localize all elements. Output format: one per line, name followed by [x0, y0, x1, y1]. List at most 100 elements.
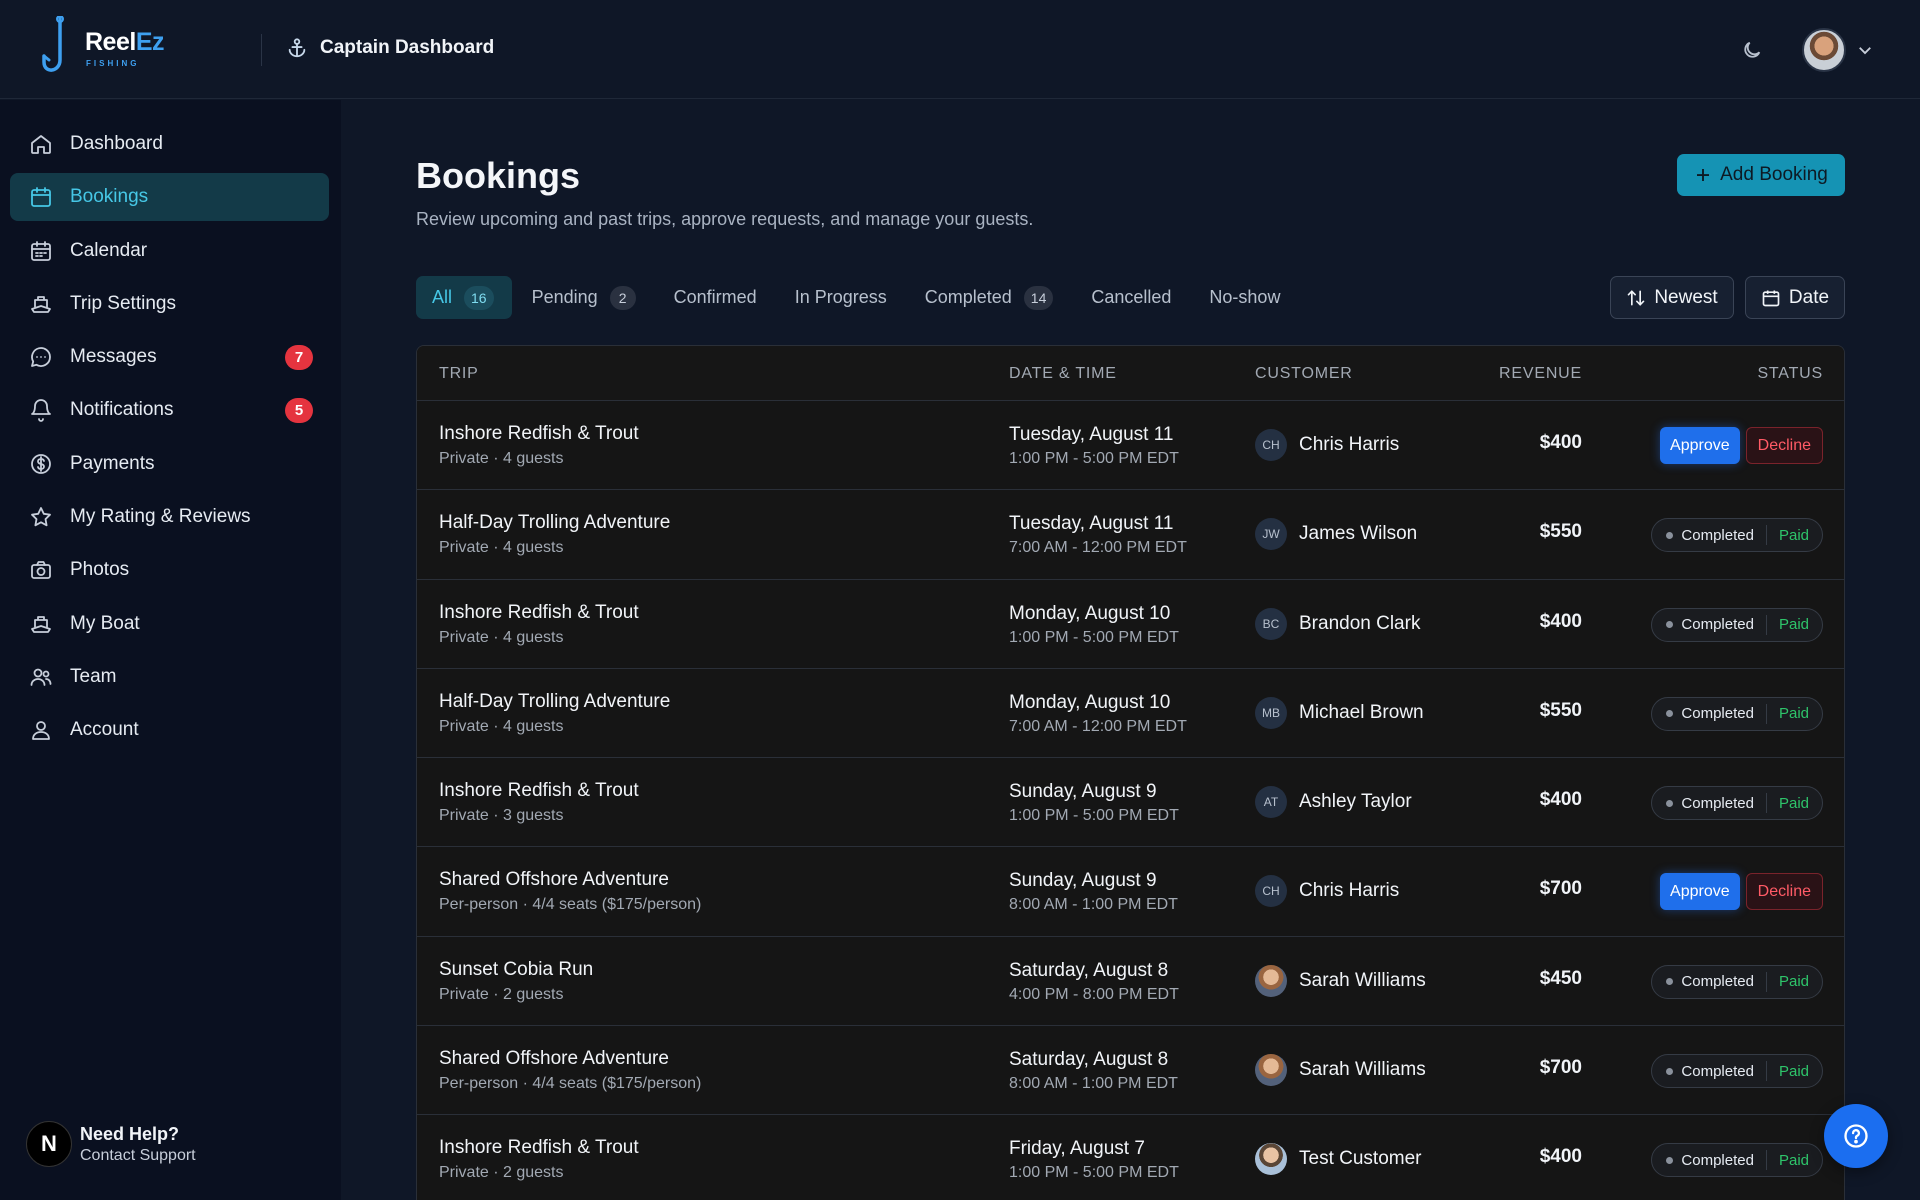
customer-name: Michael Brown: [1299, 701, 1424, 723]
add-booking-button[interactable]: Add Booking: [1677, 154, 1845, 196]
tab-label: Confirmed: [673, 287, 757, 307]
table-header: TRIP DATE & TIME CUSTOMER REVENUE STATUS: [417, 346, 1844, 401]
sidebar-item-trip-settings[interactable]: Trip Settings: [10, 280, 329, 328]
trip-time: 7:00 AM - 12:00 PM EDT: [1009, 539, 1187, 557]
trip-details: Private · 4 guests: [439, 717, 564, 735]
tab-all[interactable]: All 16: [416, 276, 512, 319]
trip-name: Sunset Cobia Run: [439, 958, 594, 980]
status-cell: Completed Paid: [1651, 516, 1823, 553]
trip-details: Private · 4 guests: [439, 628, 564, 646]
trip-details: Private · 2 guests: [439, 1164, 564, 1182]
trip-details: Private · 4 guests: [439, 539, 564, 557]
avatar: [1802, 28, 1846, 72]
sidebar: Dashboard Bookings Calendar Trip Settings Me…: [0, 100, 341, 1200]
status-text: Completed: [1681, 616, 1754, 634]
table-body: Inshore Redfish & Trout Private · 4 guest…: [417, 401, 1844, 1200]
app-logo[interactable]: ReelEz FISHING: [40, 16, 200, 82]
status-badge: Completed Paid: [1651, 1054, 1823, 1089]
sidebar-item-label: Team: [70, 665, 117, 687]
contact-support-link[interactable]: Contact Support: [80, 1147, 196, 1165]
theme-toggle-button[interactable]: [1736, 34, 1768, 66]
customer-cell: Sarah Williams: [1255, 964, 1426, 997]
tab-cancelled[interactable]: Cancelled: [1075, 276, 1189, 319]
status-badge: Completed Paid: [1651, 696, 1823, 731]
status-text: Completed: [1681, 973, 1754, 991]
tab-label: All: [432, 287, 453, 307]
table-row[interactable]: Inshore Redfish & Trout Private · 4 guest…: [417, 580, 1844, 669]
table-row[interactable]: Half-Day Trolling Adventure Private · 4 g…: [417, 669, 1844, 759]
table-row[interactable]: Half-Day Trolling Adventure Private · 4 g…: [417, 490, 1844, 580]
trip-name: Half-Day Trolling Adventure: [439, 690, 671, 712]
header-divider: [261, 34, 262, 66]
user-menu-button[interactable]: [1802, 28, 1874, 72]
customer-avatar: [1255, 964, 1287, 997]
sidebar-item-my-rating-reviews[interactable]: My Rating & Reviews: [10, 493, 329, 541]
sidebar-item-payments[interactable]: Payments: [10, 440, 329, 488]
sidebar-item-account[interactable]: Account: [10, 706, 329, 754]
table-row[interactable]: Sunset Cobia Run Private · 2 guests Saturd…: [417, 937, 1844, 1027]
customer-name: Sarah Williams: [1299, 969, 1426, 991]
payment-status: Paid: [1765, 1150, 1822, 1171]
sidebar-item-photos[interactable]: Photos: [10, 546, 329, 594]
sidebar-item-my-boat[interactable]: My Boat: [10, 600, 329, 648]
header-title: Captain Dashboard: [286, 36, 494, 60]
trip-name: Inshore Redfish & Trout: [439, 423, 639, 444]
tab-label: No-show: [1209, 287, 1281, 307]
bell-icon: [28, 397, 54, 423]
sidebar-item-notifications[interactable]: Notifications 5: [10, 386, 329, 434]
plus-icon: [1697, 169, 1710, 181]
status-badge: Completed Paid: [1651, 1143, 1823, 1178]
trip-name: Half-Day Trolling Adventure: [439, 512, 671, 534]
sort-newest-button[interactable]: Newest: [1610, 276, 1734, 319]
trip-date: Saturday, August 8: [1009, 959, 1169, 981]
tab-in-progress[interactable]: In Progress: [779, 276, 905, 319]
status-dot: [1666, 1156, 1674, 1164]
status-badge: Completed Paid: [1651, 964, 1823, 999]
user-icon: [28, 717, 54, 743]
sidebar-item-team[interactable]: Team: [10, 653, 329, 701]
approve-button[interactable]: Approve: [1660, 427, 1740, 464]
status-text: Completed: [1681, 1151, 1754, 1169]
table-row[interactable]: Shared Offshore Adventure Per-person · 4/…: [417, 847, 1844, 937]
decline-button[interactable]: Decline: [1745, 427, 1823, 464]
sidebar-item-dashboard[interactable]: Dashboard: [10, 120, 329, 168]
customer-cell: CH Chris Harris: [1255, 875, 1399, 908]
logo-text: ReelEz: [85, 28, 165, 56]
customer-name: Ashley Taylor: [1299, 791, 1412, 813]
status-text: Completed: [1681, 794, 1754, 812]
customer-cell: Sarah Williams: [1255, 1054, 1426, 1087]
table-row[interactable]: Shared Offshore Adventure Per-person · 4/…: [417, 1026, 1844, 1116]
trip-time: 1:00 PM - 5:00 PM EDT: [1009, 450, 1179, 467]
sidebar-item-bookings[interactable]: Bookings: [10, 173, 329, 222]
sidebar-item-label: Bookings: [70, 186, 149, 208]
decline-button[interactable]: Decline: [1745, 873, 1823, 911]
column-header-datetime: DATE & TIME: [1009, 365, 1117, 382]
revenue-value: $400: [1539, 1146, 1582, 1168]
customer-cell: CH Chris Harris: [1255, 429, 1399, 461]
tab-no-show[interactable]: No-show: [1193, 276, 1298, 319]
customer-cell: AT Ashley Taylor: [1255, 786, 1412, 819]
column-header-revenue: REVENUE: [1499, 365, 1582, 382]
customer-cell: JW James Wilson: [1255, 518, 1417, 551]
tab-completed[interactable]: Completed 14: [909, 276, 1072, 319]
tab-confirmed[interactable]: Confirmed: [658, 276, 775, 319]
help-contact[interactable]: N Need Help? Contact Support: [26, 1121, 196, 1167]
table-row[interactable]: Inshore Redfish & Trout Private · 3 guest…: [417, 758, 1844, 848]
customer-name: Test Customer: [1299, 1148, 1422, 1170]
table-row[interactable]: Inshore Redfish & Trout Private · 4 guest…: [417, 401, 1844, 491]
chat-icon: [28, 344, 54, 370]
bookings-table: TRIP DATE & TIME CUSTOMER REVENUE STATUS…: [416, 345, 1845, 1200]
sidebar-item-messages[interactable]: Messages 7: [10, 333, 329, 381]
approve-button[interactable]: Approve: [1660, 873, 1740, 911]
table-row[interactable]: Inshore Redfish & Trout Private · 2 guest…: [417, 1115, 1844, 1200]
sidebar-item-calendar[interactable]: Calendar: [10, 227, 329, 275]
status-cell: Completed Paid: [1651, 1052, 1823, 1089]
customer-avatar: CH: [1255, 875, 1287, 908]
home-icon: [28, 131, 54, 157]
help-fab-button[interactable]: [1824, 1104, 1888, 1168]
star-icon: [28, 504, 54, 530]
trip-details: Private · 2 guests: [439, 985, 564, 1003]
date-filter-button[interactable]: Date: [1745, 276, 1845, 319]
status-text: Completed: [1681, 526, 1754, 544]
tab-pending[interactable]: Pending 2: [516, 276, 654, 319]
